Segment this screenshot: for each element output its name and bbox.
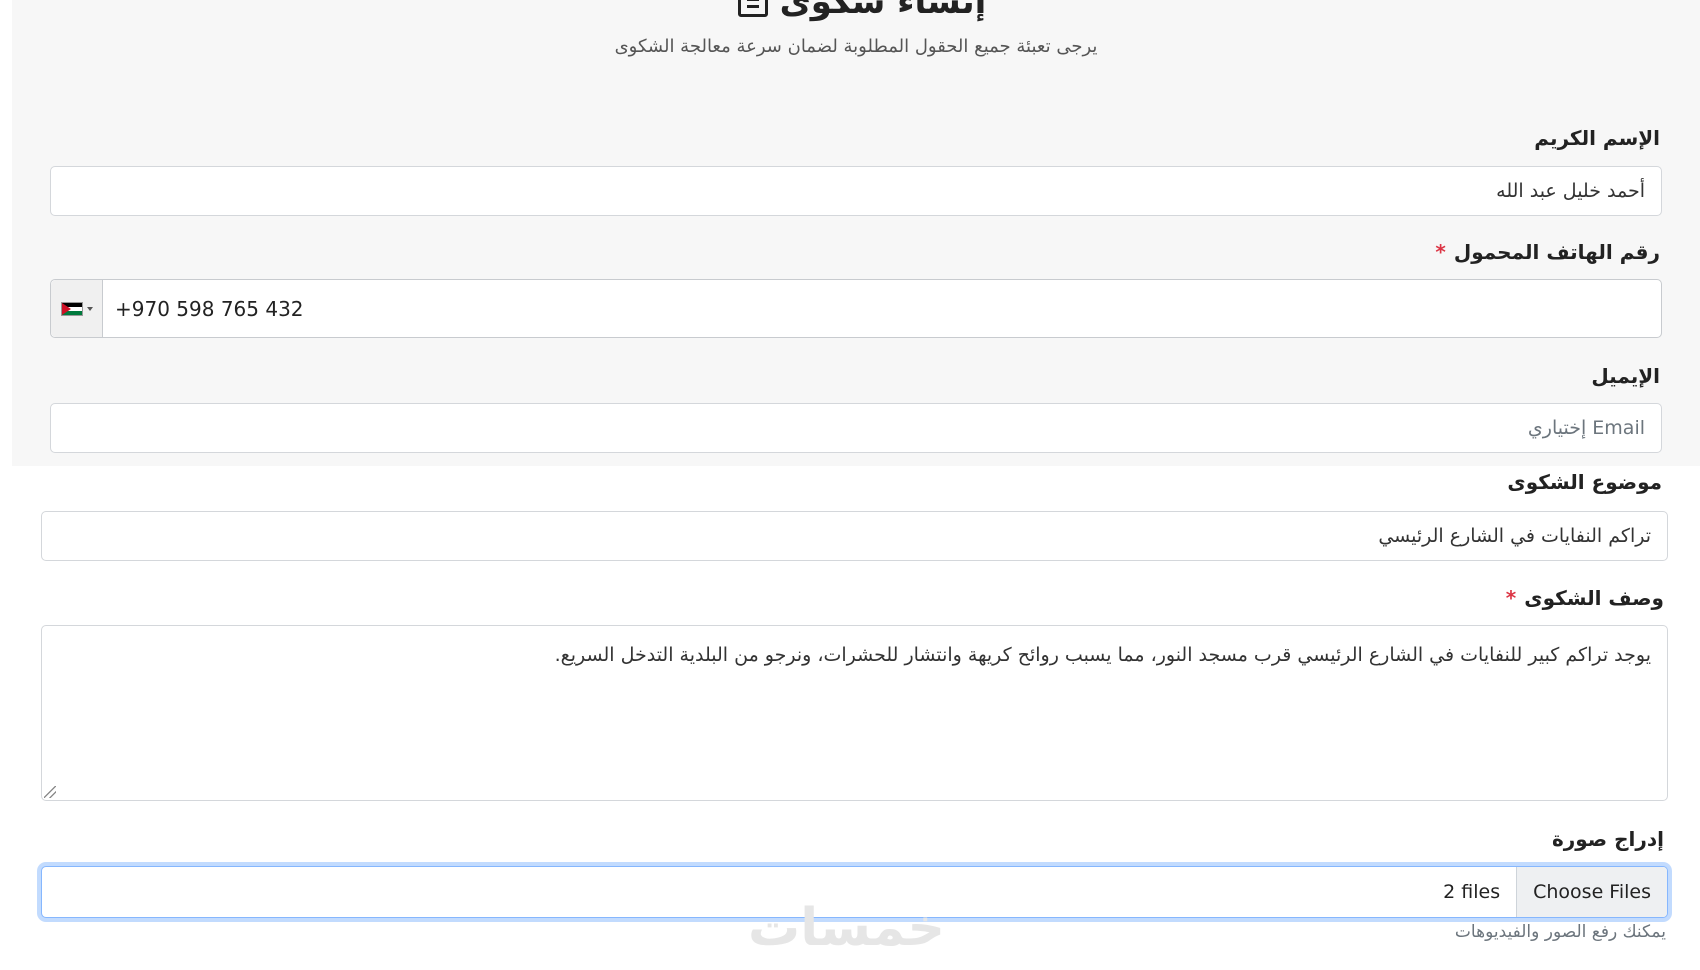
resize-handle-icon[interactable] bbox=[44, 786, 56, 798]
palestine-flag-icon bbox=[60, 301, 83, 316]
form-header-panel: إنشاء شكوى يرجى تعبئة جميع الحقول المطلو… bbox=[12, 0, 1700, 466]
email-label: الإيميل bbox=[1591, 364, 1660, 388]
subject-value: تراكم النفايات في الشارع الرئيسي bbox=[1378, 525, 1651, 547]
required-mark: * bbox=[1505, 586, 1517, 610]
subject-field[interactable]: تراكم النفايات في الشارع الرئيسي bbox=[41, 511, 1668, 561]
description-textarea[interactable] bbox=[41, 625, 1668, 801]
page-title-text: إنشاء شكوى bbox=[779, 0, 987, 22]
required-mark: * bbox=[1435, 240, 1446, 264]
name-label: الإسم الكريم bbox=[1534, 126, 1660, 150]
page-subtitle: يرجى تعبئة جميع الحقول المطلوبة لضمان سر… bbox=[614, 36, 1098, 57]
email-field[interactable]: Email إختياري bbox=[50, 403, 1662, 453]
name-field[interactable]: أحمد خليل عبد الله bbox=[50, 166, 1662, 216]
name-label-text: الإسم الكريم bbox=[1534, 126, 1660, 150]
name-value: أحمد خليل عبد الله bbox=[1496, 180, 1645, 202]
image-label: إدراج صورة bbox=[1552, 827, 1664, 851]
phone-value: +970 598 765 432 bbox=[115, 296, 304, 321]
subject-label: موضوع الشكوى bbox=[1507, 470, 1662, 494]
page-title: إنشاء شكوى bbox=[12, 0, 1700, 22]
phone-label-text: رقم الهاتف المحمول bbox=[1453, 240, 1660, 264]
document-icon bbox=[737, 0, 768, 17]
email-placeholder: Email إختياري bbox=[1527, 417, 1645, 439]
choose-files-button[interactable]: Choose Files bbox=[1516, 867, 1667, 917]
description-label: وصف الشكوى * bbox=[1506, 586, 1664, 610]
chevron-down-icon bbox=[86, 306, 93, 311]
file-count: 2 files bbox=[1443, 881, 1501, 903]
upload-hint: يمكنك رفع الصور والفيديوهات bbox=[1454, 922, 1666, 942]
phone-label: رقم الهاتف المحمول * bbox=[1435, 240, 1660, 264]
watermark-logo: خمسات bbox=[748, 898, 946, 958]
description-label-text: وصف الشكوى bbox=[1524, 586, 1664, 610]
image-label-text: إدراج صورة bbox=[1551, 827, 1664, 851]
subject-label-text: موضوع الشكوى bbox=[1507, 470, 1662, 494]
email-label-text: الإيميل bbox=[1591, 364, 1660, 388]
phone-field[interactable]: +970 598 765 432 bbox=[50, 279, 1662, 338]
country-selector[interactable] bbox=[51, 280, 103, 337]
